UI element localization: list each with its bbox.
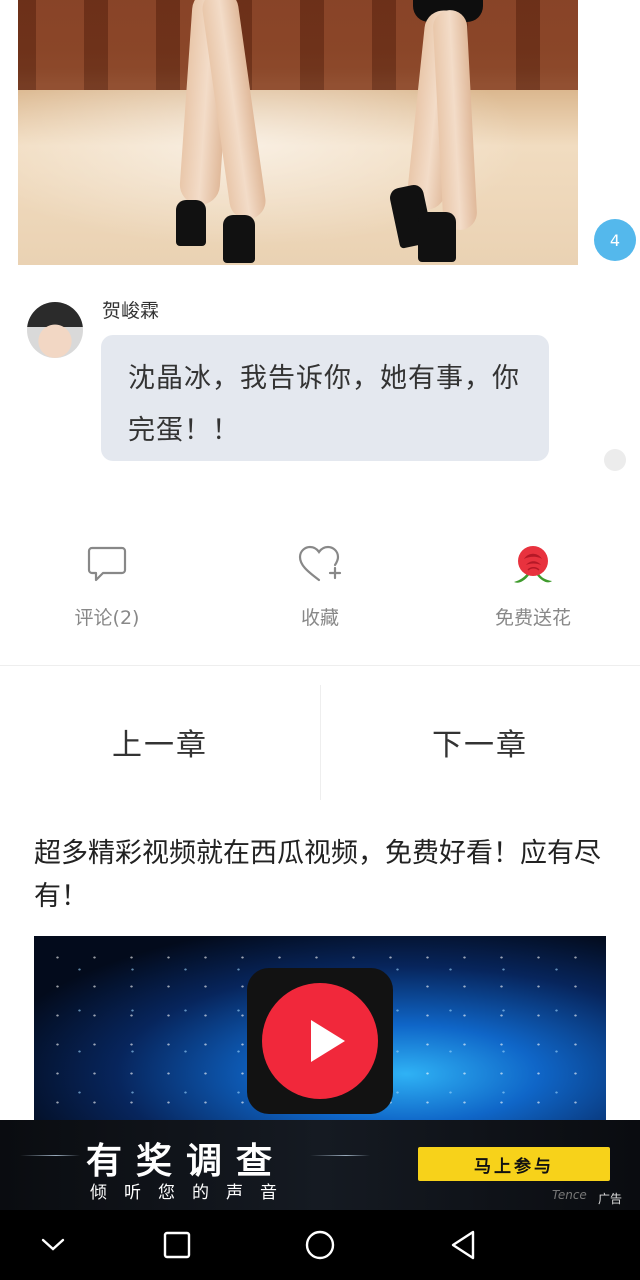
author-name: 贺峻霖 [102,300,160,322]
story-image[interactable] [18,0,578,265]
ad-brand: Tence [552,1188,587,1202]
favorite-button[interactable]: 收藏 [250,544,390,644]
next-chapter-button[interactable]: 下一章 [320,720,640,764]
photo-shoe [223,215,255,263]
comment-button[interactable]: 评论(2) [37,544,177,644]
ad-banner[interactable]: 有奖调查 倾听您的声音 马上参与 Tence 广告 [0,1120,640,1210]
xigua-logo-icon [247,968,393,1114]
divider [0,665,640,666]
photo-shoe [176,200,206,246]
ad-tag: 广告 [598,1192,623,1206]
photo-shoe [418,212,456,262]
rose-icon [463,544,603,590]
chevron-down-icon[interactable] [30,1222,76,1268]
triangle-back-icon[interactable] [440,1222,486,1268]
ad-decor-line [310,1155,370,1156]
photo-wall [18,0,578,90]
ad-join-button[interactable]: 马上参与 [418,1147,610,1181]
system-navigation-bar [0,1210,640,1280]
promo-text[interactable]: 超多精彩视频就在西瓜视频，免费好看！应有尽有！ [34,832,614,918]
circle-icon[interactable] [297,1222,343,1268]
comment-count-badge[interactable]: 4 [594,219,636,261]
ad-subtitle: 倾听您的声音 [90,1183,294,1203]
send-flower-button[interactable]: 免费送花 [463,544,603,644]
ad-title: 有奖调查 [86,1141,287,1182]
comment-bubble-icon [37,544,177,590]
chat-message-text: 沈晶冰，我告诉你，她有事，你完蛋！！ [128,363,520,446]
heart-plus-icon [250,544,390,590]
promo-image[interactable] [34,936,606,1120]
scroll-indicator [604,449,626,471]
square-icon[interactable] [154,1222,200,1268]
favorite-label: 收藏 [300,607,339,629]
avatar[interactable] [27,302,83,358]
chat-bubble: 沈晶冰，我告诉你，她有事，你完蛋！！ [101,335,549,461]
comment-label: 评论(2) [74,607,140,629]
prev-chapter-button[interactable]: 上一章 [0,720,320,764]
ad-decor-line [20,1155,80,1156]
photo-floor-shine [18,90,578,265]
send-flower-label: 免费送花 [494,607,571,629]
